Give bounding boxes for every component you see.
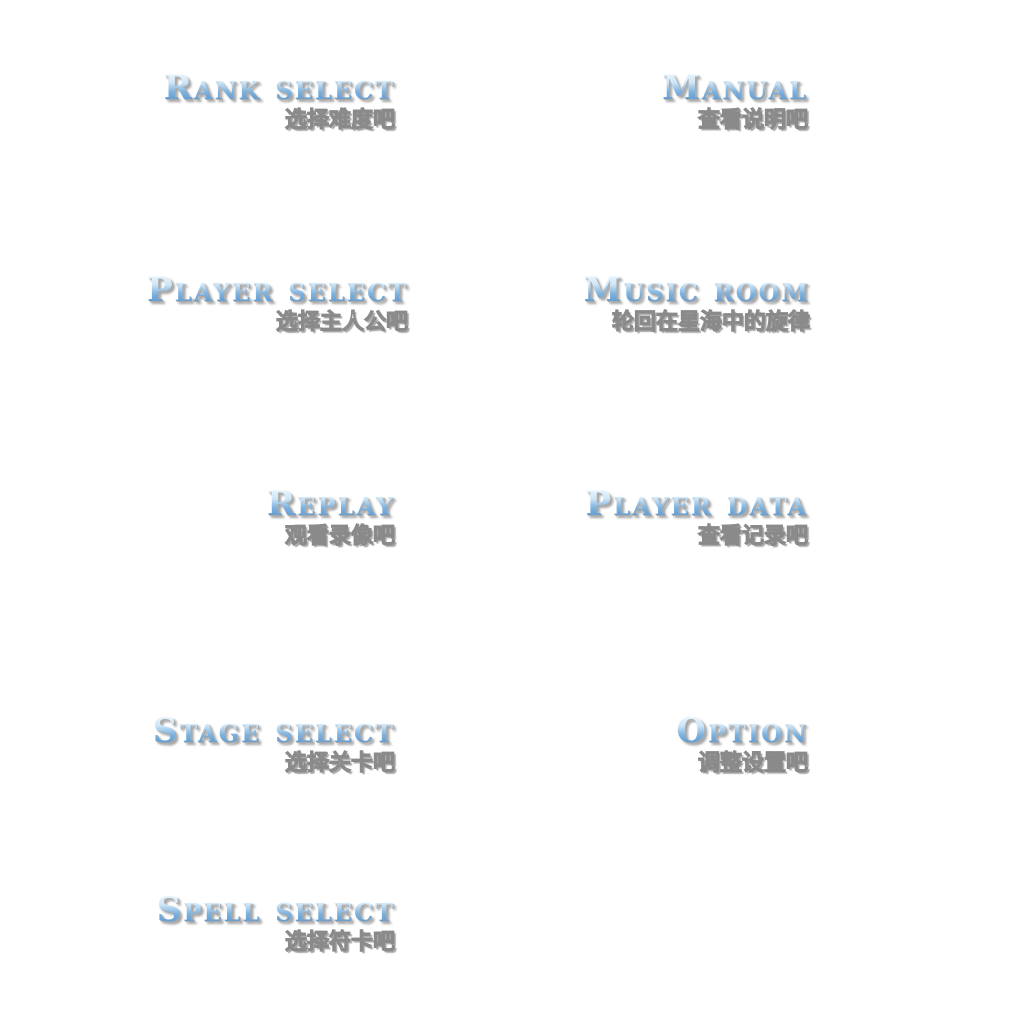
rank-select-title: Rank select [140,70,395,106]
spell-select-title: Spell select [130,892,395,928]
option-title: Option [600,713,808,749]
spell-select-item[interactable]: Spell select 选择符卡吧 [130,892,396,956]
option-item[interactable]: Option 调整设置吧 [600,713,808,777]
player-data-subtitle: 查看记录吧 [697,524,808,550]
manual-item[interactable]: Manual 查看说明吧 [590,70,808,134]
manual-title: Manual [590,70,808,106]
player-select-item[interactable]: Player select 选择主人公吧 [120,272,408,336]
option-subtitle: 调整设置吧 [697,751,808,777]
spell-select-subtitle: 选择符卡吧 [284,930,395,956]
player-data-item[interactable]: Player data 查看记录吧 [555,486,809,550]
stage-select-subtitle: 选择关卡吧 [284,751,395,777]
rank-select-item[interactable]: Rank select 选择难度吧 [140,70,396,134]
stage-select-title: Stage select [130,713,395,749]
player-data-title: Player data [555,486,808,522]
stage-select-item[interactable]: Stage select 选择关卡吧 [130,713,396,777]
player-select-title: Player select [120,272,408,308]
music-room-title: Music room [560,272,810,308]
replay-subtitle: 观看录像吧 [284,524,395,550]
rank-select-subtitle: 选择难度吧 [284,108,395,134]
music-room-item[interactable]: Music room 轮回在星海中的旋律 [560,272,811,336]
manual-subtitle: 查看说明吧 [697,108,808,134]
player-select-subtitle: 选择主人公吧 [275,310,408,336]
replay-title: Replay [190,486,395,522]
music-room-subtitle: 轮回在星海中的旋律 [611,310,810,336]
replay-item[interactable]: Replay 观看录像吧 [190,486,396,550]
